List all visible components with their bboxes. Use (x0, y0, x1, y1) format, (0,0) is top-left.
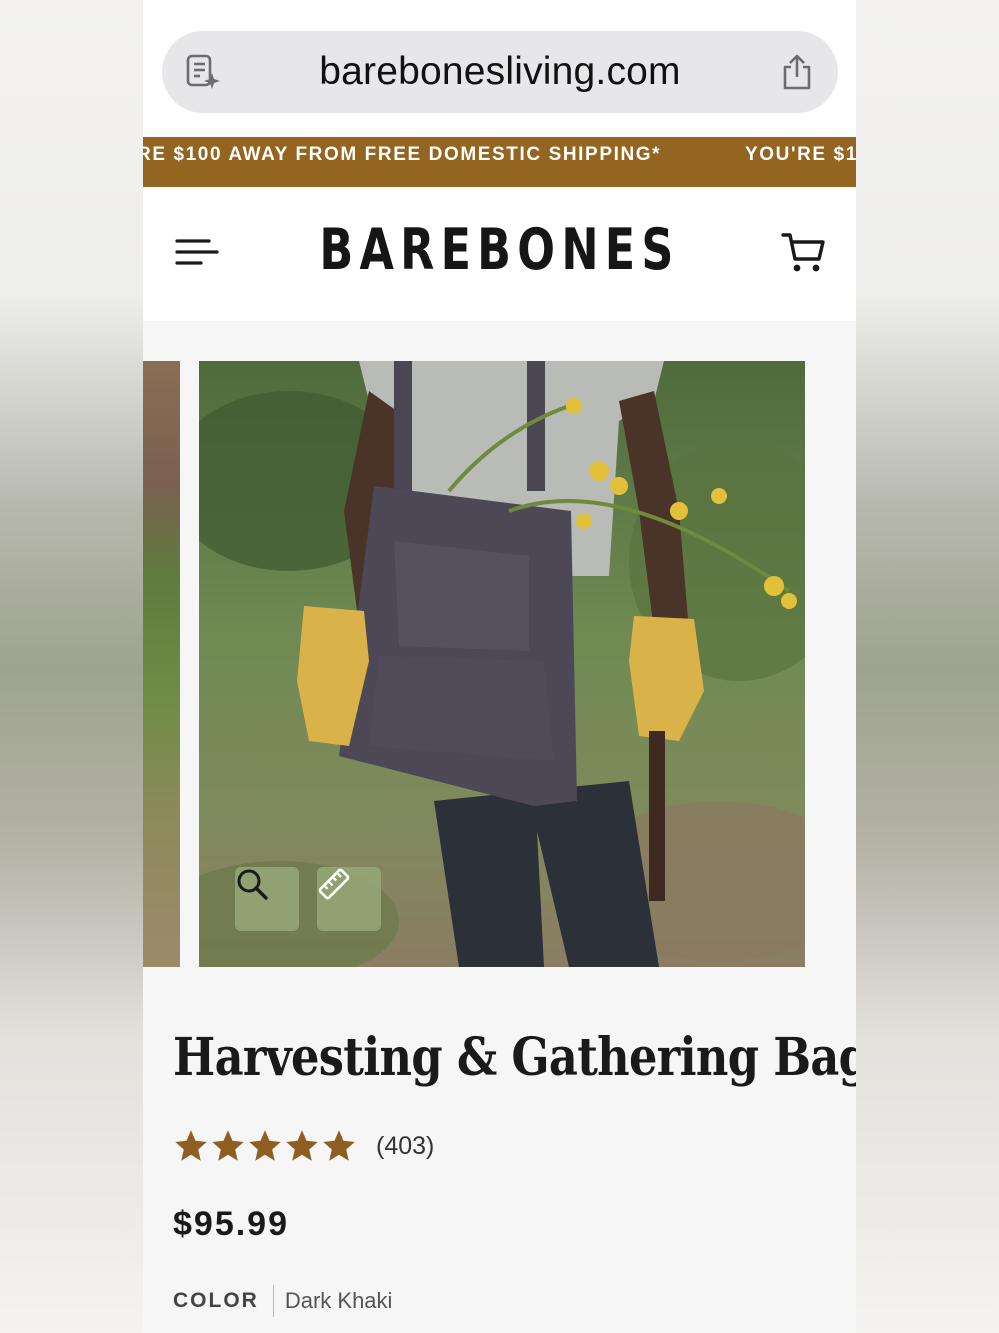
site-header: BAREBONES (143, 187, 856, 321)
product-gallery[interactable] (143, 361, 856, 967)
ruler-icon (318, 868, 350, 900)
product-title: Harvesting & Gathering Bag (173, 1027, 856, 1088)
product-rating[interactable]: (403) (173, 1124, 434, 1168)
product-image[interactable] (199, 361, 805, 967)
brand-logo[interactable]: BAREBONES (221, 217, 777, 283)
promo-banner[interactable]: RE $100 AWAY FROM FREE DOMESTIC SHIPPING… (143, 137, 856, 187)
star-icon (212, 1130, 244, 1161)
promo-text-repeat: YOU'RE $1 (745, 144, 856, 165)
cart-icon[interactable] (781, 229, 827, 275)
star-icon (286, 1130, 318, 1161)
url-text[interactable]: barebonesliving.com (162, 31, 838, 113)
browser-toolbar: barebonesliving.com (143, 0, 856, 136)
address-bar[interactable]: barebonesliving.com (162, 31, 838, 113)
size-guide-button[interactable] (317, 867, 381, 931)
zoom-button[interactable] (235, 867, 299, 931)
product-price: $95.99 (173, 1205, 289, 1243)
star-icon (323, 1130, 355, 1161)
selected-color: Dark Khaki (284, 1288, 393, 1313)
star-icon (249, 1130, 281, 1161)
color-divider (272, 1285, 274, 1317)
previous-image-peek[interactable] (143, 361, 180, 967)
star-icon (175, 1130, 207, 1161)
color-selector-row: COLOR Dark Khaki (173, 1283, 392, 1319)
promo-text: RE $100 AWAY FROM FREE DOMESTIC SHIPPING… (143, 144, 662, 165)
phone-screen: barebonesliving.com RE $100 AWAY FROM FR… (143, 0, 856, 1333)
review-count[interactable]: (403) (376, 1132, 434, 1161)
magnifier-icon (237, 869, 268, 900)
hamburger-menu-icon[interactable] (175, 235, 219, 269)
share-icon[interactable] (780, 53, 814, 91)
color-label: COLOR (173, 1289, 259, 1312)
